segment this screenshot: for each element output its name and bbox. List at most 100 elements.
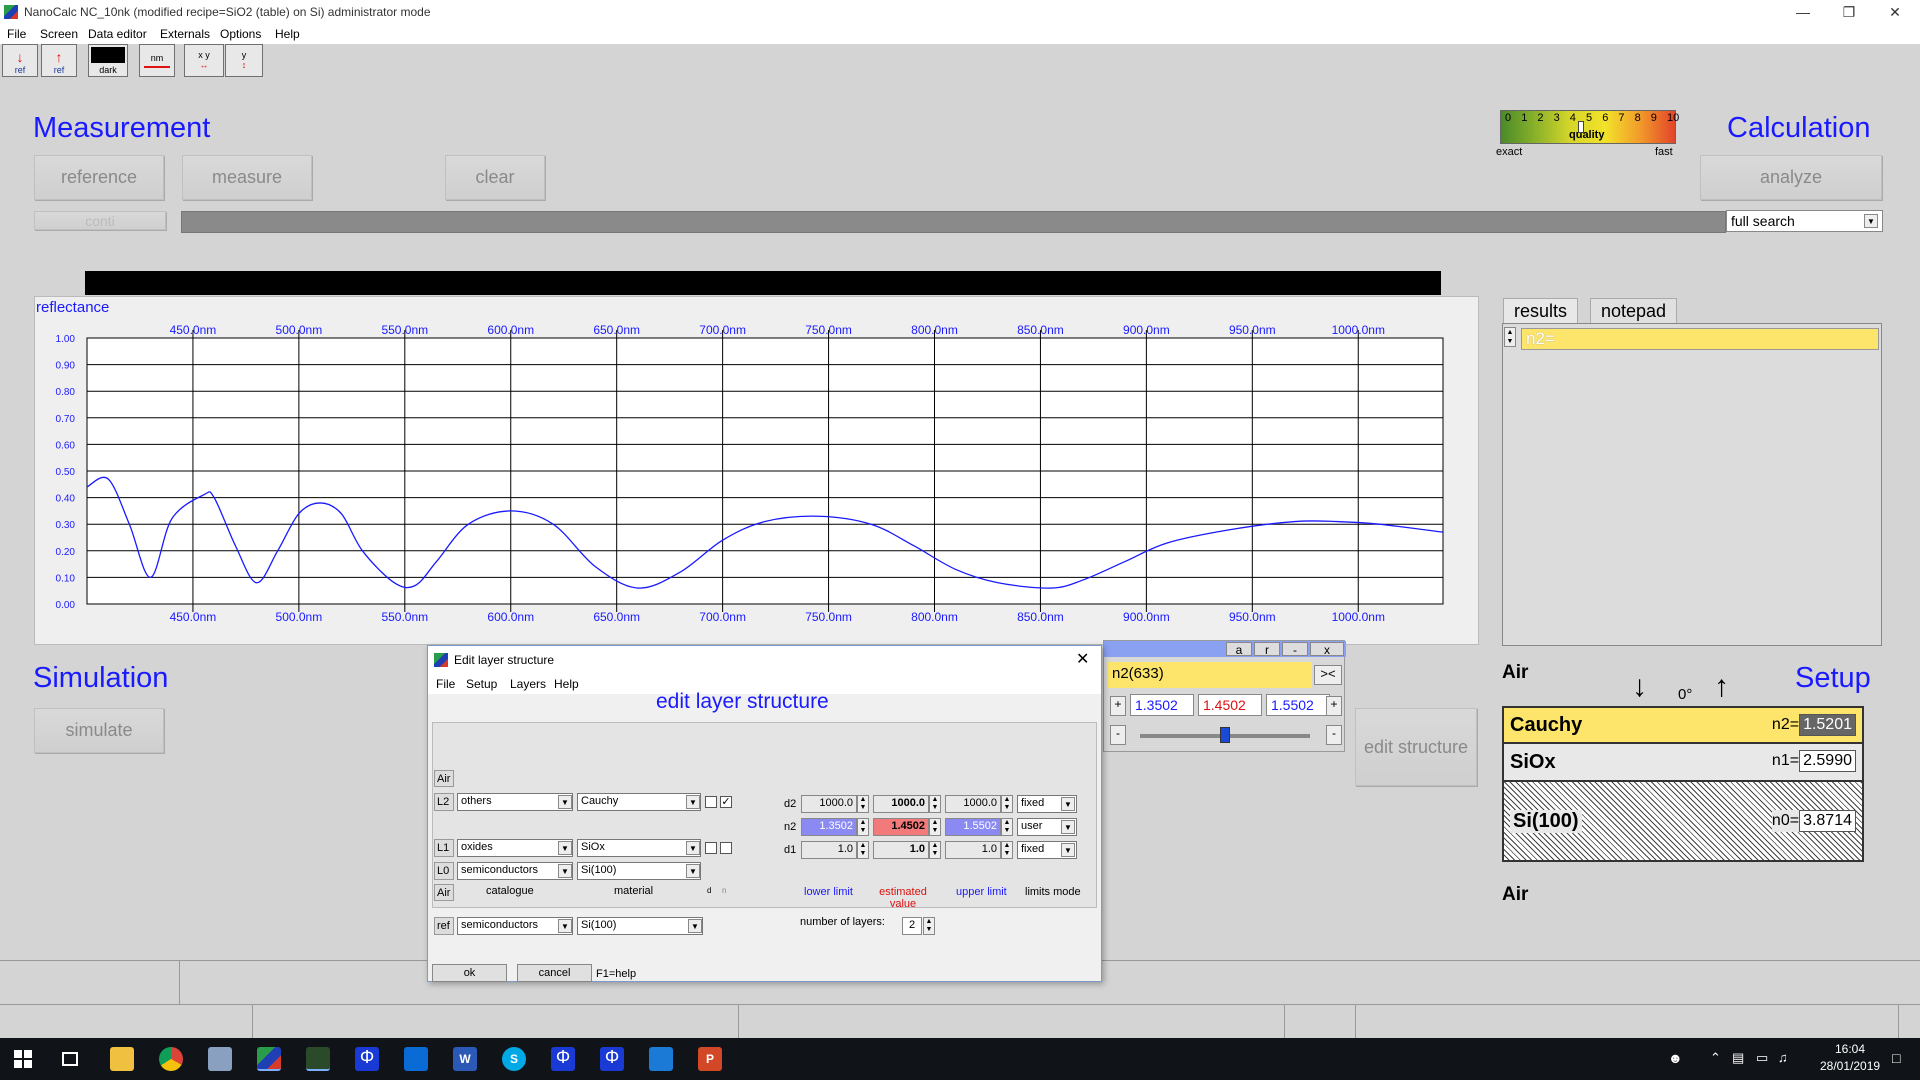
nanocalc-icon[interactable]	[257, 1047, 281, 1071]
windows-start-icon[interactable]	[14, 1050, 32, 1068]
notifications-icon[interactable]: □	[1892, 1050, 1900, 1066]
n2-estimated-spin[interactable]: ▲ ▼	[929, 818, 941, 836]
n2-estimated[interactable]: 1.4502	[873, 818, 929, 836]
close-icon[interactable]: ✕	[1872, 0, 1918, 24]
param-close-button[interactable]: x	[1310, 642, 1344, 657]
d1-upper[interactable]: 1.0	[945, 841, 1001, 859]
param-high-value[interactable]: 1.5502	[1266, 694, 1330, 716]
dialog-menu-help[interactable]: Help	[554, 677, 579, 691]
d2-lower-spin[interactable]: ▲ ▼	[857, 795, 869, 813]
chevron-down-icon[interactable]: ▼	[558, 841, 572, 855]
tray-chevron-icon[interactable]: ⌃	[1710, 1050, 1721, 1066]
layer-n-value[interactable]: 1.5201	[1799, 714, 1856, 736]
menu-options[interactable]: Options	[220, 27, 261, 41]
chevron-down-icon[interactable]: ▼	[558, 919, 572, 933]
param-r-button[interactable]: r	[1254, 642, 1280, 657]
d1-lower-spin[interactable]: ▲ ▼	[857, 841, 869, 859]
network-icon[interactable]: ▤	[1732, 1050, 1744, 1066]
dialog-menu-file[interactable]: File	[436, 677, 455, 691]
l1-n-checkbox[interactable]	[720, 842, 732, 854]
quality-slider-thumb[interactable]	[1577, 121, 1584, 133]
chart-app-icon[interactable]	[306, 1047, 330, 1071]
d1-upper-spin[interactable]: ▲ ▼	[1001, 841, 1013, 859]
param-a-button[interactable]: a	[1226, 642, 1252, 657]
skype-icon[interactable]: S	[502, 1047, 526, 1071]
l0-catalogue-select[interactable]: semiconductors	[457, 862, 573, 880]
search-mode-select[interactable]: full search ▼	[1726, 210, 1883, 232]
n2-upper-spin[interactable]: ▲ ▼	[1001, 818, 1013, 836]
d2-upper-spin[interactable]: ▲ ▼	[1001, 795, 1013, 813]
chevron-down-icon[interactable]: ▼	[1061, 820, 1075, 834]
clear-button[interactable]: clear	[445, 155, 545, 200]
volume-icon[interactable]: ♫	[1778, 1050, 1788, 1065]
chevron-down-icon[interactable]: ▼	[688, 919, 702, 933]
y-scale-button[interactable]: y ↕	[225, 44, 263, 77]
ref-up-button[interactable]: ↑ ref	[41, 44, 77, 77]
task-view-icon[interactable]	[62, 1052, 78, 1066]
dialog-menu-setup[interactable]: Setup	[466, 677, 497, 691]
number-of-layers-spin[interactable]: ▲ ▼	[923, 917, 935, 935]
measure-button[interactable]: measure	[182, 155, 312, 200]
results-spin[interactable]: ▲ ▼	[1504, 327, 1516, 347]
param-slider-thumb[interactable]	[1220, 727, 1230, 743]
layer-n-value[interactable]: 3.8714	[1799, 810, 1856, 832]
chevron-down-icon[interactable]: ▼	[686, 841, 700, 855]
dialog-menu-layers[interactable]: Layers	[510, 677, 546, 691]
ok-button[interactable]: ok	[432, 964, 507, 982]
n2-lower[interactable]: 1.3502	[801, 818, 857, 836]
n2-upper[interactable]: 1.5502	[945, 818, 1001, 836]
layer-tag-l1[interactable]: L1	[434, 839, 454, 857]
param-minus-button[interactable]: -	[1110, 725, 1126, 745]
tab-results[interactable]: results	[1503, 298, 1579, 324]
powerpoint-icon[interactable]: P	[698, 1047, 722, 1071]
file-explorer-icon[interactable]	[110, 1047, 134, 1071]
l1-d-checkbox[interactable]	[705, 842, 717, 854]
l1-catalogue-select[interactable]: oxides	[457, 839, 573, 857]
restore-icon[interactable]: ❐	[1826, 0, 1872, 24]
minimize-icon[interactable]: —	[1780, 0, 1826, 24]
layer-n-value[interactable]: 2.5990	[1799, 750, 1856, 772]
ocean-app-icon[interactable]	[649, 1047, 673, 1071]
xy-scale-button[interactable]: x y ↔	[184, 44, 224, 77]
layer-tag-l2[interactable]: L2	[434, 793, 454, 811]
menu-screen[interactable]: Screen	[40, 27, 78, 41]
tab-notepad[interactable]: notepad	[1590, 298, 1678, 324]
chevron-down-icon[interactable]: ▼	[558, 795, 572, 809]
param-plus-right-button[interactable]: +	[1326, 696, 1342, 716]
conti-button[interactable]: conti	[34, 211, 166, 230]
ref-catalogue-select[interactable]: semiconductors	[457, 917, 573, 935]
clock-date[interactable]: 28/01/2019	[1820, 1059, 1880, 1073]
menu-file[interactable]: File	[7, 27, 26, 41]
l2-catalogue-select[interactable]: others	[457, 793, 573, 811]
dialog-close-icon[interactable]: ✕	[1076, 649, 1089, 669]
ref-material-select[interactable]: Si(100)	[577, 917, 703, 935]
phi-app-icon[interactable]: Φ	[551, 1047, 575, 1071]
phi-app-icon[interactable]: Φ	[600, 1047, 624, 1071]
menu-data-editor[interactable]: Data editor	[88, 27, 147, 41]
analyze-button[interactable]: analyze	[1700, 155, 1882, 200]
reference-button[interactable]: reference	[34, 155, 164, 200]
nm-button[interactable]: nm	[139, 44, 175, 77]
dark-button[interactable]: dark	[88, 44, 128, 77]
d1-estimated[interactable]: 1.0	[873, 841, 929, 859]
chevron-down-icon[interactable]: ▼	[558, 864, 572, 878]
setup-layer-substrate[interactable]: Si(100) n0= 3.8714	[1502, 782, 1864, 862]
param-est-value[interactable]: 1.4502	[1198, 694, 1262, 716]
param-low-value[interactable]: 1.3502	[1130, 694, 1194, 716]
l2-material-select[interactable]: Cauchy	[577, 793, 701, 811]
n2-lower-spin[interactable]: ▲ ▼	[857, 818, 869, 836]
menu-help[interactable]: Help	[275, 27, 300, 41]
d1-lower[interactable]: 1.0	[801, 841, 857, 859]
quality-scale[interactable]: 0 1 2 3 4 5 6 7 8 9 10 quality	[1500, 110, 1679, 144]
param-swap-button[interactable]: ><	[1314, 665, 1342, 685]
d2-lower[interactable]: 1000.0	[801, 795, 857, 813]
d2-upper[interactable]: 1000.0	[945, 795, 1001, 813]
outlook-icon[interactable]	[404, 1047, 428, 1071]
ref-down-button[interactable]: ↓ ref	[2, 44, 38, 77]
number-of-layers-input[interactable]: 2	[902, 917, 922, 935]
chrome-icon[interactable]	[159, 1047, 183, 1071]
app-icon[interactable]	[208, 1047, 232, 1071]
menu-externals[interactable]: Externals	[160, 27, 210, 41]
results-line[interactable]: n2=	[1521, 328, 1879, 350]
d1-estimated-spin[interactable]: ▲ ▼	[929, 841, 941, 859]
